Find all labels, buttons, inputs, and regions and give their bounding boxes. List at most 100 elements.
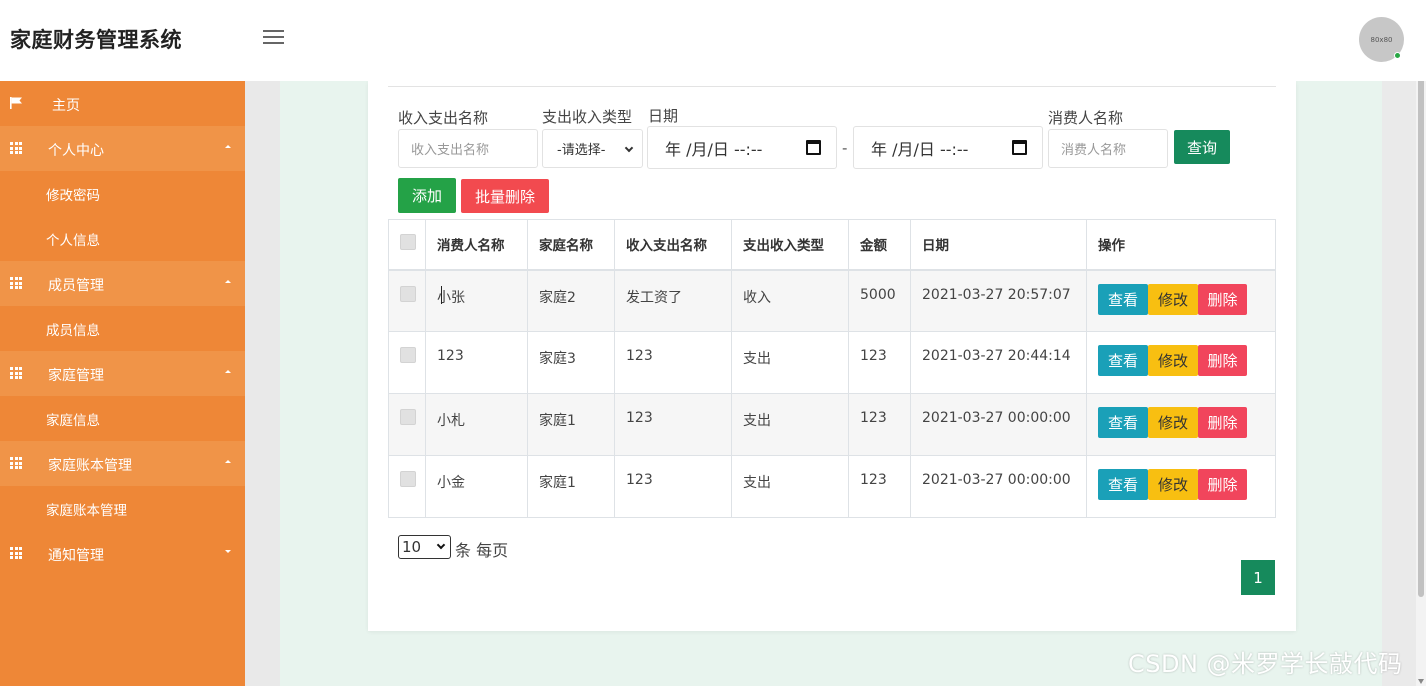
page-button-current[interactable]: 1 — [1241, 560, 1275, 595]
cell-amount: 123 — [848, 393, 911, 456]
sidebar-item-member-info[interactable]: 成员信息 — [0, 306, 245, 351]
cell-date: 2021-03-27 20:57:07 — [910, 269, 1087, 332]
sidebar-item-label: 主页 — [52, 98, 80, 114]
sidebar-group-member-management[interactable]: 成员管理 — [0, 261, 245, 306]
calendar-icon[interactable] — [806, 140, 821, 155]
cell-amount: 123 — [848, 331, 911, 394]
date-from-value: 年 /月/日 --:-- — [665, 139, 763, 159]
grid-icon — [10, 367, 23, 379]
caret-up-icon — [225, 460, 231, 463]
delete-button[interactable]: 删除 — [1198, 283, 1247, 315]
vertical-scrollbar[interactable] — [1416, 0, 1426, 686]
grid-icon — [10, 277, 23, 289]
consumer-name-input[interactable]: 消费人名称 — [1048, 129, 1168, 168]
sidebar-group-family-management[interactable]: 家庭管理 — [0, 351, 245, 396]
sidebar-item-personal-info[interactable]: 个人信息 — [0, 216, 245, 261]
cell-family: 家庭2 — [527, 269, 615, 332]
online-status-dot — [1394, 52, 1401, 59]
grid-icon — [10, 547, 23, 559]
income-expense-name-input[interactable]: 收入支出名称 — [398, 129, 538, 168]
add-button[interactable]: 添加 — [398, 178, 456, 213]
date-to-input[interactable]: 年 /月/日 --:-- — [853, 126, 1043, 169]
edit-button[interactable]: 修改 — [1148, 407, 1198, 438]
sidebar-item-change-password[interactable]: 修改密码 — [0, 171, 245, 216]
date-to-value: 年 /月/日 --:-- — [871, 139, 969, 159]
select-all-checkbox-cell — [388, 219, 426, 271]
sidebar-item-family-info[interactable]: 家庭信息 — [0, 396, 245, 441]
edit-button[interactable]: 修改 — [1148, 345, 1198, 376]
view-button[interactable]: 查看 — [1098, 345, 1148, 376]
table-row: 小张 家庭2 发工资了 收入 5000 2021-03-27 20:57:07 … — [388, 269, 1276, 332]
cell-consumer: 小金 — [425, 455, 528, 518]
caret-up-icon — [225, 370, 231, 373]
cell-operations: 查看 修改 删除 — [1086, 455, 1276, 518]
calendar-icon[interactable] — [1012, 140, 1027, 155]
income-expense-name-label: 收入支出名称 — [398, 109, 489, 127]
batch-delete-button[interactable]: 批量删除 — [461, 179, 549, 213]
avatar[interactable]: 80x80 — [1359, 17, 1404, 62]
type-label: 支出收入类型 — [542, 108, 633, 126]
delete-button[interactable]: 删除 — [1198, 345, 1247, 376]
cell-operations: 查看 修改 删除 — [1086, 269, 1276, 332]
row-checkbox[interactable] — [400, 285, 416, 302]
cell-family: 家庭3 — [527, 331, 615, 394]
sidebar-group-ledger-management[interactable]: 家庭账本管理 — [0, 441, 245, 486]
cell-date: 2021-03-27 00:00:00 — [910, 455, 1087, 518]
delete-button[interactable]: 删除 — [1198, 469, 1247, 500]
consumer-name-label: 消费人名称 — [1048, 109, 1124, 127]
cell-amount: 5000 — [848, 269, 911, 332]
select-all-checkbox[interactable] — [400, 234, 416, 251]
app-title: 家庭财务管理系统 — [10, 28, 182, 52]
watermark-text: CSDN @米罗学长敲代码 — [1128, 650, 1403, 678]
cell-family: 家庭1 — [527, 393, 615, 456]
view-button[interactable]: 查看 — [1098, 469, 1148, 500]
edit-button[interactable]: 修改 — [1148, 283, 1198, 315]
edit-button[interactable]: 修改 — [1148, 469, 1198, 500]
sidebar-item-ledger[interactable]: 家庭账本管理 — [0, 486, 245, 531]
table-row: 小金 家庭1 123 支出 123 2021-03-27 00:00:00 查看… — [388, 455, 1276, 518]
table-row: 小札 家庭1 123 支出 123 2021-03-27 00:00:00 查看… — [388, 393, 1276, 456]
column-header: 金额 — [848, 219, 911, 271]
date-label: 日期 — [648, 107, 679, 125]
delete-button[interactable]: 删除 — [1198, 407, 1247, 438]
view-button[interactable]: 查看 — [1098, 407, 1148, 438]
chevron-down-icon — [436, 540, 446, 550]
cell-name: 123 — [614, 331, 732, 394]
avatar-placeholder-text: 80x80 — [1370, 35, 1393, 44]
top-header: 家庭财务管理系统 80x80 — [0, 0, 1426, 81]
sidebar-item-label: 修改密码 — [46, 187, 100, 204]
sidebar-item-label: 成员管理 — [48, 278, 104, 294]
cell-type: 收入 — [731, 269, 849, 332]
scroll-down-arrow-icon[interactable] — [1418, 679, 1424, 684]
search-button[interactable]: 查询 — [1174, 130, 1230, 164]
column-header: 日期 — [910, 219, 1087, 271]
divider — [388, 86, 1276, 87]
records-table: 消费人名称 家庭名称 收入支出名称 支出收入类型 金额 日期 操作 小张 家庭2… — [388, 219, 1276, 518]
cell-amount: 123 — [848, 455, 911, 518]
row-checkbox[interactable] — [400, 471, 416, 487]
sidebar: 主页 个人中心 修改密码 个人信息 成员管理 成员信息 家庭管理 家庭信息 家庭… — [0, 81, 245, 686]
sidebar-item-label: 通知管理 — [48, 548, 104, 564]
sidebar-item-label: 个人中心 — [48, 143, 104, 159]
sidebar-group-notice-management[interactable]: 通知管理 — [0, 531, 245, 576]
row-checkbox[interactable] — [400, 409, 416, 425]
row-checkbox-cell — [388, 331, 426, 394]
hamburger-menu-icon[interactable] — [263, 30, 284, 47]
grid-icon — [10, 457, 23, 469]
table-row: 123 家庭3 123 支出 123 2021-03-27 20:44:14 查… — [388, 331, 1276, 394]
sidebar-item-label: 成员信息 — [46, 322, 100, 339]
sidebar-group-personal-center[interactable]: 个人中心 — [0, 126, 245, 171]
date-from-input[interactable]: 年 /月/日 --:-- — [647, 126, 837, 169]
cell-name: 123 — [614, 393, 732, 456]
page-size-select[interactable]: 10 — [398, 535, 451, 559]
type-select[interactable]: -请选择- — [542, 129, 643, 168]
sidebar-item-home[interactable]: 主页 — [0, 81, 245, 126]
per-page-label: 条 每页 — [455, 541, 509, 560]
view-button[interactable]: 查看 — [1098, 283, 1148, 315]
scrollbar-thumb[interactable] — [1418, 12, 1424, 597]
row-checkbox[interactable] — [400, 347, 416, 363]
cell-consumer: 123 — [425, 331, 528, 394]
sidebar-item-label: 家庭信息 — [46, 412, 100, 429]
chevron-down-icon — [624, 143, 634, 153]
cell-date: 2021-03-27 00:00:00 — [910, 393, 1087, 456]
